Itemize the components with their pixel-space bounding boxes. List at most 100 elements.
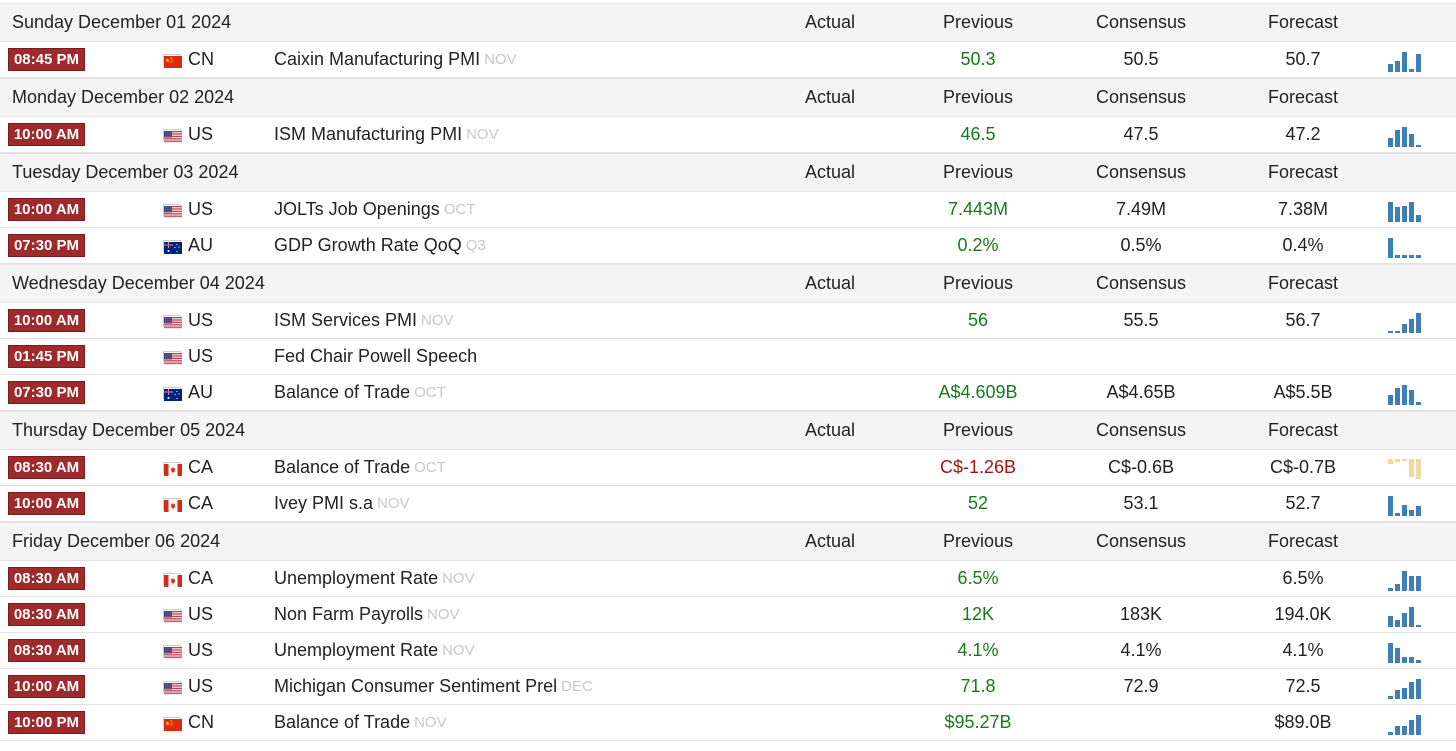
previous-value: 56 (967, 310, 989, 330)
previous-value: C$-1.26B (939, 457, 1017, 477)
flag-cn-icon (163, 54, 182, 68)
event-row[interactable]: 07:30 PM AU GDP Growth Rate QoQ Q3 0.2% 0.5% 0… (0, 228, 1456, 264)
previous-value: A$4.609B (938, 382, 1018, 402)
sparkline-bar (1409, 134, 1414, 147)
event-reference-period: OCT (414, 459, 446, 476)
event-name-cell[interactable]: Unemployment Rate NOV (274, 561, 475, 596)
event-row[interactable]: 08:30 AM CA Unemployment Rate NOV 6.5% 6.5% (0, 561, 1456, 597)
event-row[interactable]: 08:30 AM CA Balance of Trade OCT C$-1.26B C$-… (0, 450, 1456, 486)
country-code: US (188, 199, 214, 219)
event-row[interactable]: 10:00 AM US Michigan Consumer Sentiment Pr… (0, 669, 1456, 705)
event-name-cell[interactable]: Balance of Trade OCT (274, 450, 446, 485)
sparkline-chart[interactable] (1388, 122, 1422, 153)
event-name-cell[interactable]: Non Farm Payrolls NOV (274, 597, 460, 632)
event-row[interactable]: 08:30 AM US Non Farm Payrolls NOV 12K 183K 194… (0, 597, 1456, 633)
event-name-cell[interactable]: Caixin Manufacturing PMI NOV (274, 42, 517, 77)
sparkline-bar (1395, 513, 1400, 516)
day-header: Thursday December 05 2024 Actual Previous C… (0, 411, 1456, 450)
sparkline-bar (1388, 616, 1393, 627)
event-name-link[interactable]: Unemployment Rate (274, 568, 438, 589)
event-reference-period: NOV (484, 51, 517, 68)
event-name-cell[interactable]: Ivey PMI s.a NOV (274, 486, 410, 521)
event-name-link[interactable]: Caixin Manufacturing PMI (274, 49, 480, 70)
event-name-link[interactable]: GDP Growth Rate QoQ (274, 235, 462, 256)
sparkline-chart[interactable] (1388, 674, 1422, 705)
event-name-link[interactable]: Non Farm Payrolls (274, 604, 423, 625)
sparkline-chart[interactable] (1388, 380, 1422, 411)
actual-value (760, 450, 900, 485)
sparkline-chart[interactable] (1388, 47, 1422, 78)
event-row[interactable]: 07:30 PM AU Balance of Trade OCT A$4.609B A$4… (0, 375, 1456, 411)
event-name-link[interactable]: JOLTs Job Openings (274, 199, 440, 220)
sparkline-chart[interactable] (1388, 710, 1422, 741)
event-time-badge: 10:00 PM (8, 711, 85, 734)
consensus-column-header: Consensus (1095, 273, 1187, 293)
sparkline-chart[interactable] (1388, 308, 1422, 339)
event-row[interactable]: 10:00 AM US JOLTs Job Openings OCT 7.443M 7.4… (0, 192, 1456, 228)
event-time-badge: 10:00 AM (8, 675, 85, 698)
event-name-cell[interactable]: GDP Growth Rate QoQ Q3 (274, 228, 486, 263)
event-time-badge: 08:30 AM (8, 603, 85, 626)
sparkline-bar (1388, 331, 1393, 333)
event-row[interactable]: 10:00 AM US ISM Manufacturing PMI NOV 46.5 47… (0, 117, 1456, 153)
event-name-cell[interactable]: ISM Manufacturing PMI NOV (274, 117, 499, 152)
event-row[interactable]: 10:00 AM US ISM Services PMI NOV 56 55.5 56.7 (0, 303, 1456, 339)
sparkline-bar (1402, 505, 1407, 516)
event-name-link[interactable]: Fed Chair Powell Speech (274, 346, 477, 367)
flag-us-icon (163, 645, 182, 659)
event-name-link[interactable]: Balance of Trade (274, 382, 410, 403)
event-name-cell[interactable]: Balance of Trade NOV (274, 705, 447, 740)
event-name-link[interactable]: Michigan Consumer Sentiment Prel (274, 676, 557, 697)
sparkline-bar (1409, 510, 1414, 516)
flag-us-icon (163, 351, 182, 365)
event-reference-period: NOV (442, 642, 475, 659)
event-time-badge: 07:30 PM (8, 234, 85, 257)
event-row[interactable]: 10:00 PM CN Balance of Trade NOV $95.27B $89.… (0, 705, 1456, 741)
sparkline-chart[interactable] (1388, 566, 1422, 597)
event-name-cell[interactable]: ISM Services PMI NOV (274, 303, 454, 338)
day-date: Friday December 06 2024 (12, 531, 221, 551)
sparkline-bar (1395, 648, 1400, 663)
actual-value (760, 486, 900, 521)
event-name-link[interactable]: Ivey PMI s.a (274, 493, 373, 514)
sparkline-bar (1402, 688, 1407, 699)
actual-column-header: Actual (804, 12, 856, 32)
sparkline-bar (1402, 127, 1407, 147)
sparkline-bar (1395, 620, 1400, 627)
consensus-value: 47.5 (1123, 124, 1159, 144)
sparkline-bar (1402, 255, 1407, 258)
sparkline-bar (1416, 145, 1421, 147)
event-name-link[interactable]: Unemployment Rate (274, 640, 438, 661)
event-name-link[interactable]: Balance of Trade (274, 457, 410, 478)
sparkline-bar (1395, 130, 1400, 147)
flag-ca-icon (163, 462, 182, 476)
country-code: AU (188, 382, 214, 402)
event-row[interactable]: 10:00 AM CA Ivey PMI s.a NOV 52 53.1 52.7 (0, 486, 1456, 522)
actual-column-header: Actual (804, 273, 856, 293)
sparkline-chart[interactable] (1388, 197, 1422, 228)
sparkline-bar (1395, 388, 1400, 405)
event-name-link[interactable]: ISM Services PMI (274, 310, 417, 331)
sparkline-chart[interactable] (1388, 491, 1422, 522)
sparkline-bar (1402, 459, 1407, 461)
event-name-link[interactable]: Balance of Trade (274, 712, 410, 733)
event-name-cell[interactable]: Fed Chair Powell Speech (274, 339, 481, 374)
event-name-cell[interactable]: Michigan Consumer Sentiment Prel DEC (274, 669, 593, 704)
event-name-cell[interactable]: Unemployment Rate NOV (274, 633, 475, 668)
event-row[interactable]: 08:30 AM US Unemployment Rate NOV 4.1% 4.1% 4.… (0, 633, 1456, 669)
sparkline-chart[interactable] (1388, 233, 1422, 264)
sparkline-chart[interactable] (1388, 455, 1422, 486)
consensus-value: 7.49M (1115, 199, 1167, 219)
event-name-link[interactable]: ISM Manufacturing PMI (274, 124, 462, 145)
event-name-cell[interactable]: JOLTs Job Openings OCT (274, 192, 475, 227)
event-time-badge: 08:45 PM (8, 48, 85, 71)
flag-ca-icon (163, 498, 182, 512)
event-row[interactable]: 08:45 PM CN Caixin Manufacturing PMI NOV 50.… (0, 42, 1456, 78)
event-name-cell[interactable]: Balance of Trade OCT (274, 375, 446, 410)
actual-value (760, 303, 900, 338)
event-row[interactable]: 01:45 PM US Fed Chair Powell Speech (0, 339, 1456, 375)
event-time-badge: 10:00 AM (8, 309, 85, 332)
actual-value (760, 117, 900, 152)
sparkline-chart[interactable] (1388, 602, 1422, 633)
sparkline-chart[interactable] (1388, 638, 1422, 669)
